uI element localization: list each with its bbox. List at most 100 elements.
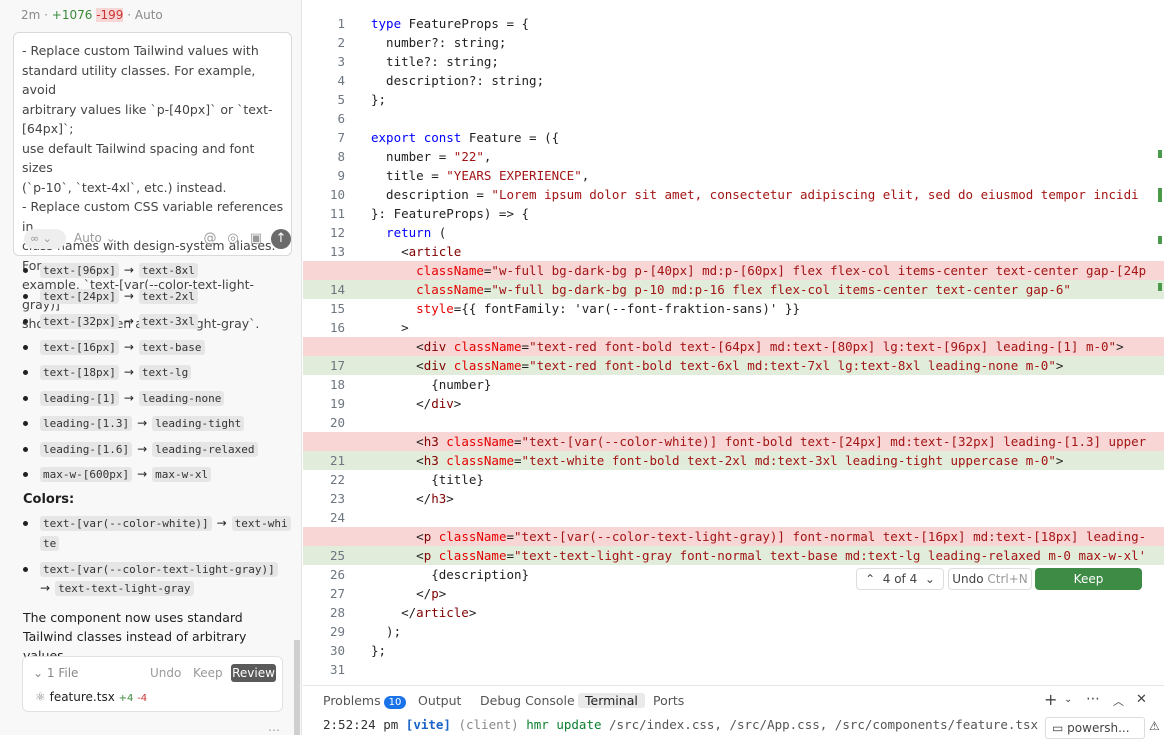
list-item: text-[var(--color-text-light-gray)] [23, 562, 278, 577]
code-line[interactable]: 6 [303, 109, 1164, 128]
terminal-shell-selector[interactable]: ▭ powersh... [1045, 717, 1145, 739]
code-line[interactable]: 9 title = "YEARS EXPERIENCE", [303, 166, 1164, 185]
line-text: title = "YEARS EXPERIENCE", [371, 168, 590, 183]
code-line[interactable]: 8 number = "22", [303, 147, 1164, 166]
deleted-code-line[interactable]: <div className="text-red font-bold text-… [303, 337, 1164, 356]
code-line[interactable]: 3 title?: string; [303, 52, 1164, 71]
bullet [23, 370, 28, 375]
term-msg: hmr update [526, 717, 602, 732]
chevron-up-icon[interactable]: ⌃ [865, 572, 875, 586]
undo-change-button[interactable]: Undo Ctrl+N [948, 568, 1032, 590]
more-icon[interactable]: ⋯ [1086, 691, 1100, 707]
review-button[interactable]: Review [231, 664, 276, 682]
globe-icon[interactable]: ◎ [225, 231, 241, 247]
old-class: text-[18px] [40, 365, 119, 380]
tab-problems[interactable]: Problems 10 [323, 693, 407, 709]
image-icon[interactable]: ▣ [248, 231, 264, 247]
minimap-marker [1158, 283, 1162, 291]
tab-output[interactable]: Output [418, 693, 461, 708]
code-line[interactable]: 23 </h3> [303, 489, 1164, 508]
code-line[interactable]: 30}; [303, 641, 1164, 660]
keep-all-button[interactable]: Keep [193, 666, 223, 680]
code-line[interactable]: 7 export const Feature = ({ [303, 128, 1164, 147]
code-line[interactable]: 12 return ( [303, 223, 1164, 242]
code-line[interactable]: 24 [303, 508, 1164, 527]
chevron-down-icon[interactable]: ⌄ [1064, 694, 1072, 705]
inserted-code-line[interactable]: 21 <h3 className="text-white font-bold t… [303, 451, 1164, 470]
code-line[interactable]: 16 > [303, 318, 1164, 337]
deleted-code-line[interactable]: <p className="text-[var(--color-text-lig… [303, 527, 1164, 546]
line-text: }: FeatureProps) => { [371, 206, 530, 221]
code-line[interactable]: 11}: FeatureProps) => { [303, 204, 1164, 223]
code-line[interactable]: 10 description = "Lorem ipsum dolor sit … [303, 185, 1164, 204]
line-number: 3 [337, 54, 345, 69]
list-item: text-[var(--color-white)] → text-whi [23, 516, 291, 531]
minimap-marker [1158, 236, 1162, 244]
code-line[interactable]: 31 [303, 660, 1164, 679]
mode-label: Auto [134, 8, 163, 22]
tab-terminal[interactable]: Terminal [578, 693, 645, 708]
new-class: text-2xl [138, 288, 198, 304]
old-class: text-[96px] [40, 263, 119, 278]
at-icon[interactable]: @ [202, 231, 218, 247]
line-text: {title} [371, 472, 484, 487]
more-icon[interactable]: ⋯ [268, 723, 280, 735]
arrow-icon: → [137, 441, 148, 456]
file-entry[interactable]: ⚛ feature.tsx +4 -4 [35, 690, 147, 704]
code-line[interactable]: 13 <article [303, 242, 1164, 261]
old-class: text-[32px] [40, 314, 119, 329]
list-item: text-[24px] → text-2xl [23, 288, 198, 304]
line-text: ); [371, 624, 402, 639]
line-text: style={{ fontFamily: 'var(--font-fraktio… [416, 301, 800, 316]
code-line[interactable]: 19 </div> [303, 394, 1164, 413]
code-line[interactable]: 28 </article> [303, 603, 1164, 622]
close-icon[interactable]: ✕ [1136, 692, 1147, 707]
code-line[interactable]: 5}; [303, 90, 1164, 109]
code-line[interactable]: 18 {number} [303, 375, 1164, 394]
code-line[interactable]: 15 style={{ fontFamily: 'var(--font-frak… [303, 299, 1164, 318]
code-line[interactable]: 29 ); [303, 622, 1164, 641]
file-count[interactable]: ⌄ 1 File [33, 666, 78, 680]
composer-line: standard utility classes. For example, a… [22, 62, 256, 98]
file-removed: -4 [137, 693, 148, 704]
new-terminal-icon[interactable]: + [1044, 690, 1057, 709]
elapsed-time: 2m [21, 8, 41, 22]
code-line[interactable]: 1 type FeatureProps = { [303, 14, 1164, 33]
terminal-output[interactable]: 2:52:24 pm [vite] (client) hmr update /s… [323, 717, 1038, 732]
code-line[interactable]: 2 number?: string; [303, 33, 1164, 52]
list-item: leading-[1] → leading-none [23, 390, 225, 406]
code-line[interactable]: 20 [303, 413, 1164, 432]
tab-debug-console[interactable]: Debug Console [480, 693, 575, 708]
inserted-code-line[interactable]: 25 <p className="text-text-light-gray fo… [303, 546, 1164, 565]
new-class: text-8xl [138, 263, 198, 278]
chat-composer[interactable]: - Replace custom Tailwind values with sta… [13, 32, 292, 331]
auto-selector[interactable]: Auto ⌄ [74, 231, 116, 245]
code-line[interactable]: 4 description?: string; [303, 71, 1164, 90]
change-navigator[interactable]: ⌃ 4 of 4 ⌄ [856, 568, 944, 590]
file-added: +4 [118, 693, 134, 704]
keep-change-button[interactable]: Keep Ctrl+Shift+Y [1035, 568, 1142, 608]
line-number: 16 [329, 320, 345, 335]
inserted-code-line[interactable]: 17 <div className="text-red font-bold te… [303, 356, 1164, 375]
deleted-code-line[interactable]: <h3 className="text-[var(--color-white)]… [303, 432, 1164, 451]
line-text: </article> [371, 605, 477, 620]
line-number: 1 [337, 16, 345, 31]
file-count-label: 1 File [46, 666, 79, 680]
maximize-icon[interactable]: ︿ [1113, 693, 1124, 709]
deleted-code-line[interactable]: className="w-full bg-dark-bg p-[40px] md… [303, 261, 1164, 280]
arrow-icon: → [40, 581, 51, 595]
chevron-down-icon[interactable]: ⌄ [925, 572, 935, 586]
old-class: leading-[1] [40, 390, 119, 406]
code-line[interactable]: 22 {title} [303, 470, 1164, 489]
undo-all-button[interactable]: Undo [150, 666, 181, 680]
inserted-code-line[interactable]: 14 className="w-full bg-dark-bg p-10 md:… [303, 280, 1164, 299]
model-selector[interactable]: ∞ ⌄ [24, 229, 66, 249]
tab-ports[interactable]: Ports [653, 693, 684, 708]
send-button[interactable]: ↑ [271, 229, 291, 249]
line-number: 27 [329, 586, 345, 601]
bullet [23, 521, 28, 526]
scrollbar-thumb[interactable] [294, 640, 300, 735]
composer-line: - Replace custom Tailwind values with [22, 43, 259, 58]
line-number: 31 [329, 662, 345, 677]
new-class: text-lg [138, 365, 192, 380]
